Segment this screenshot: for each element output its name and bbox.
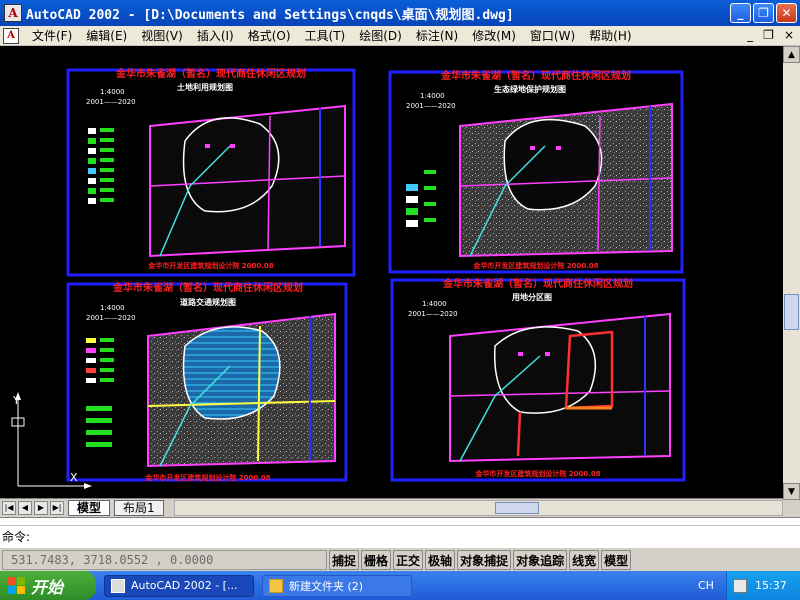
maximize-button[interactable]: ❐ [753,3,774,23]
grid-toggle[interactable]: 栅格 [361,550,392,570]
drawing-canvas[interactable]: 金华市朱雀湖（暂名）现代商住休闲区规划 土地利用规划图 1:4000 2001—… [0,46,783,498]
sheet-years: 2001——2020 [408,310,458,318]
sheet-title: 金华市朱雀湖（暂名）现代商住休闲区规划 [115,67,306,80]
coordinate-readout[interactable]: 531.7483, 3718.0552 , 0.0000 [2,550,327,570]
sheet-footer: 金华市开发区建筑规划设计院 2000.08 [472,261,598,270]
menu-bar: A 文件(F) 编辑(E) 视图(V) 插入(I) 格式(O) 工具(T) 绘图… [0,26,800,46]
menu-format[interactable]: 格式(O) [241,27,298,44]
command-window[interactable]: 命令: [0,517,800,548]
command-divider [0,525,800,526]
model-toggle[interactable]: 模型 [601,550,632,570]
sheet-footer: 金华市开发区建筑规划设计院 2000.08 [144,473,270,482]
menu-view[interactable]: 视图(V) [134,27,190,44]
legend [86,338,114,447]
close-button[interactable]: ✕ [776,3,797,23]
menu-file[interactable]: 文件(F) [25,27,79,44]
tab-layout1[interactable]: 布局1 [114,499,164,516]
sheet-subtitle: 土地利用规划图 [177,82,233,92]
status-bar: 531.7483, 3718.0552 , 0.0000 捕捉 栅格 正交 极轴… [0,549,800,571]
task-label: AutoCAD 2002 - [... [131,579,238,592]
sheet-subtitle: 用地分区图 [511,292,552,302]
sheet-footer: 金华市开发区建筑规划设计院 2000.08 [474,469,600,478]
sheet-years: 2001——2020 [86,98,136,106]
vertical-scrollbar[interactable]: ▲ ▼ [783,46,800,500]
polar-toggle[interactable]: 极轴 [425,550,456,570]
task-autocad[interactable]: AutoCAD 2002 - [... [104,574,254,597]
osnap-toggle[interactable]: 对象捕捉 [457,550,512,570]
language-indicator[interactable]: CH [698,579,714,592]
snap-toggle[interactable]: 捕捉 [329,550,360,570]
tab-nav-prev[interactable]: ◀ [18,500,32,515]
folder-icon [269,578,283,593]
tray-monitor-icon[interactable] [733,578,747,593]
taskbar: 开始 AutoCAD 2002 - [... 新建文件夹 (2) CH 15:3… [0,571,800,600]
sheet-land-use[interactable]: 金华市朱雀湖（暂名）现代商住休闲区规划 土地利用规划图 1:4000 2001—… [66,67,356,277]
lineweight-toggle[interactable]: 线宽 [569,550,600,570]
horizontal-scrollbar[interactable] [173,499,783,516]
tab-model[interactable]: 模型 [68,499,111,516]
sheet-years: 2001——2020 [406,102,456,110]
sheet-footer: 金华市开发区建筑规划设计院 2000.08 [147,261,273,270]
menu-dimension[interactable]: 标注(N) [409,27,465,44]
sheet-ecological-greenland[interactable]: 金华市朱雀湖（暂名）现代商住休闲区规划 生态绿地保护规划图 1:4000 200… [388,69,684,274]
autocad-task-icon [111,578,125,593]
start-label: 开始 [31,577,64,597]
menu-tools[interactable]: 工具(T) [298,27,353,44]
sheet-subtitle: 道路交通规划图 [180,297,236,307]
task-label: 新建文件夹 (2) [289,579,364,593]
otrack-toggle[interactable]: 对象追踪 [513,550,568,570]
ortho-toggle[interactable]: 正交 [393,550,424,570]
sheet-title: 金华市朱雀湖（暂名）现代商住休闲区规划 [440,69,631,82]
menu-modify[interactable]: 修改(M) [465,27,523,44]
layout-tabs-bar: |◀ ◀ ▶ ▶| 模型 布局1 [0,498,783,516]
menu-draw[interactable]: 绘图(D) [352,27,409,44]
sheet-scale: 1:4000 [420,92,445,100]
doc-restore-button[interactable]: ❐ [761,28,776,42]
scroll-thumb[interactable] [784,294,799,330]
system-tray: 15:37 [726,571,800,600]
menu-edit[interactable]: 编辑(E) [79,27,134,44]
scroll-down-button[interactable]: ▼ [783,483,800,500]
doc-close-button[interactable]: × [782,28,796,42]
sheet-road-traffic[interactable]: 金华市朱雀湖（暂名）现代商住休闲区规划 道路交通规划图 1:4000 2001—… [66,281,348,482]
sheet-years: 2001——2020 [86,314,136,322]
sheet-scale: 1:4000 [100,304,125,312]
task-folder[interactable]: 新建文件夹 (2) [262,574,412,597]
ucs-icon: Y X [11,392,92,489]
hscroll-thumb[interactable] [494,501,539,514]
sheet-scale: 1:4000 [422,300,447,308]
document-icon[interactable]: A [3,27,19,44]
menu-window[interactable]: 窗口(W) [523,27,582,44]
ucs-x-label: X [70,471,78,484]
ucs-y-label: Y [12,394,20,407]
sheet-scale: 1:4000 [100,88,125,96]
legend [88,128,114,204]
sheet-land-zoning[interactable]: 金华市朱雀湖（暂名）现代商住休闲区规划 用地分区图 1:4000 2001——2… [390,277,686,482]
command-prompt: 命令: [2,530,31,544]
tab-nav-next[interactable]: ▶ [34,500,48,515]
menu-help[interactable]: 帮助(H) [582,27,638,44]
tab-nav-first[interactable]: |◀ [2,500,16,515]
window-title: AutoCAD 2002 - [D:\Documents and Setting… [26,7,514,23]
legend [406,170,436,227]
tab-nav-last[interactable]: ▶| [50,500,64,515]
clock[interactable]: 15:37 [755,579,787,592]
minimize-button[interactable]: _ [730,3,751,23]
menu-insert[interactable]: 插入(I) [190,27,241,44]
doc-minimize-button[interactable]: _ [745,28,755,42]
sheet-title: 金华市朱雀湖（暂名）现代商住休闲区规划 [442,277,633,290]
scroll-up-button[interactable]: ▲ [783,46,800,63]
sheet-subtitle: 生态绿地保护规划图 [494,84,566,94]
title-bar: A AutoCAD 2002 - [D:\Documents and Setti… [0,0,800,26]
start-button[interactable]: 开始 [0,571,96,600]
sheet-title: 金华市朱雀湖（暂名）现代商住休闲区规划 [112,281,303,294]
windows-logo-icon [8,577,25,594]
autocad-app-icon[interactable]: A [4,4,22,22]
